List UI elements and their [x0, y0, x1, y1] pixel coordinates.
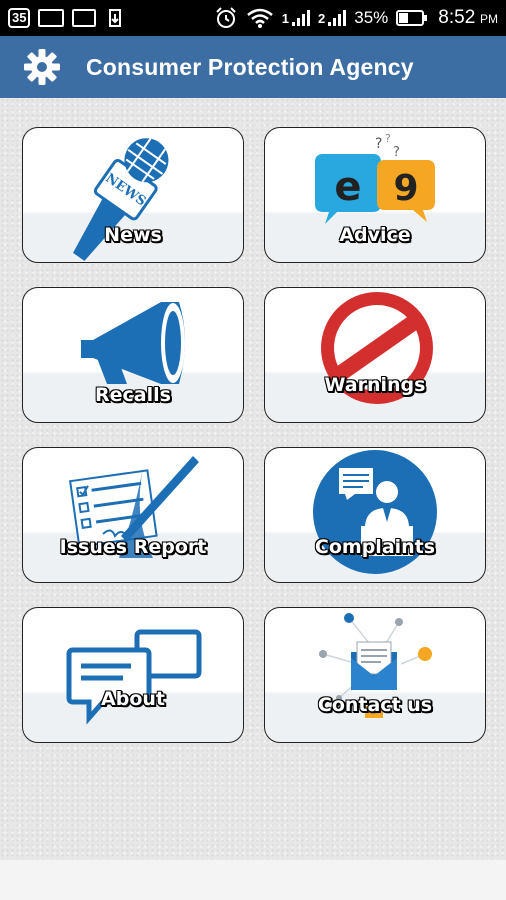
checklist-pen-icon — [69, 456, 199, 558]
envelope-network-icon — [319, 613, 432, 718]
notification-count-badge: 35 — [8, 8, 31, 28]
svg-text:?: ? — [385, 132, 391, 145]
recalls-label: Recalls — [95, 384, 171, 406]
recalls-tile[interactable]: Recalls — [22, 287, 244, 423]
about-label: About — [101, 688, 165, 710]
chat-windows-icon — [66, 629, 202, 725]
speaker-podium-icon — [313, 450, 437, 574]
svg-text:?: ? — [393, 145, 400, 160]
app-title: Consumer Protection Agency — [86, 53, 414, 80]
warnings-label: Warnings — [324, 374, 426, 396]
prohibited-sign-icon — [321, 292, 433, 404]
signal-strength-2-icon: 2 — [318, 10, 347, 26]
battery-percent: 35% — [354, 8, 389, 27]
complaints-tile[interactable]: Complaints — [264, 447, 486, 583]
app-bar: Consumer Protection Agency — [0, 36, 506, 98]
issues-report-label: Issues Report — [59, 536, 207, 558]
signal-strength-1-icon: 1 — [282, 10, 311, 26]
about-tile[interactable]: About — [22, 607, 244, 743]
battery-icon — [396, 10, 428, 26]
status-bar: 35 1 2 35% 8:52 PM — [0, 0, 506, 36]
gallery-icon — [38, 9, 65, 27]
warnings-tile[interactable]: Warnings — [264, 287, 486, 423]
news-label: News — [104, 224, 162, 246]
svg-text:e: e — [334, 164, 361, 210]
advice-tile[interactable]: ? ? ? e 9 Advice — [264, 127, 486, 263]
wifi-icon — [246, 8, 273, 28]
news-tile[interactable]: NEWS News — [22, 127, 244, 263]
contact-us-label: Contact us — [317, 694, 433, 716]
svg-text:?: ? — [375, 136, 382, 152]
svg-text:9: 9 — [393, 168, 418, 209]
gmail-icon — [72, 9, 97, 27]
download-icon — [109, 9, 122, 27]
clock-time: 8:52 — [438, 7, 476, 28]
contact-us-tile[interactable]: Contact us — [264, 607, 486, 743]
bottom-strip — [0, 860, 506, 900]
clock-ampm: PM — [480, 12, 498, 26]
alarm-clock-icon — [216, 7, 236, 28]
complaints-label: Complaints — [314, 536, 436, 558]
advice-label: Advice — [339, 224, 411, 246]
issues-report-tile[interactable]: Issues Report — [22, 447, 244, 583]
settings-gear-icon[interactable] — [22, 47, 62, 87]
